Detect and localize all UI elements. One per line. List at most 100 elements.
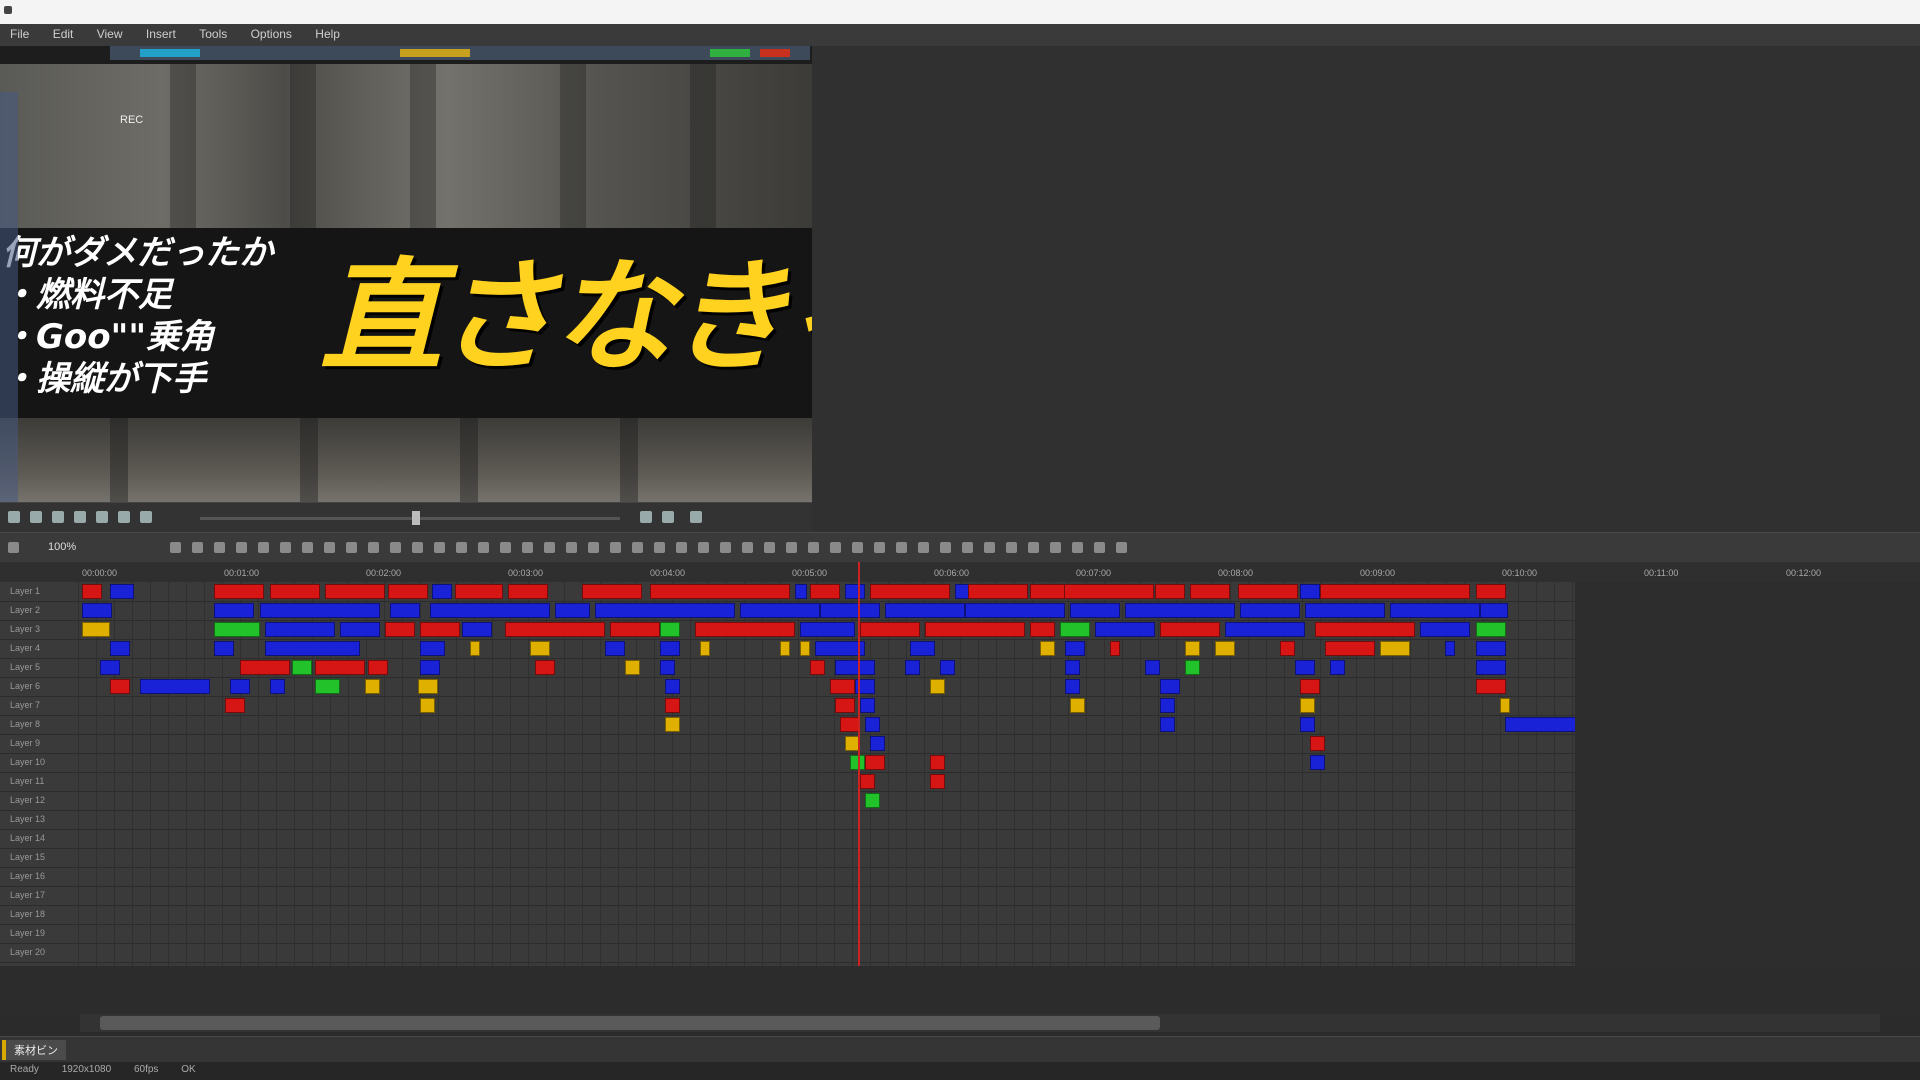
snapshot-icon[interactable] [662, 511, 674, 523]
timeline-clip[interactable] [845, 584, 865, 599]
timeline-clip[interactable] [1300, 679, 1320, 694]
timeline-clip[interactable] [910, 641, 935, 656]
menu-tools[interactable]: Tools [189, 24, 237, 44]
timeline-tool-icon[interactable] [456, 542, 467, 553]
timeline-clip[interactable] [610, 622, 660, 637]
timeline-tool-icon[interactable] [236, 542, 247, 553]
track-row[interactable]: Layer 12 [0, 791, 1575, 811]
timeline-clip[interactable] [870, 736, 885, 751]
track-row[interactable]: Layer 20 [0, 943, 1575, 963]
timeline-tool-icon[interactable] [544, 542, 555, 553]
timeline-tool-icon[interactable] [654, 542, 665, 553]
timeline-clip[interactable] [214, 641, 234, 656]
timeline-tool-icon[interactable] [808, 542, 819, 553]
timeline-clip[interactable] [1145, 660, 1160, 675]
prev-frame-icon[interactable] [52, 511, 64, 523]
timeline-clip[interactable] [695, 622, 795, 637]
timeline-tool-icon[interactable] [280, 542, 291, 553]
timeline-tool-icon[interactable] [1050, 542, 1061, 553]
track-row[interactable]: Layer 10 [0, 753, 1575, 773]
timeline-clip[interactable] [1476, 622, 1506, 637]
timeline-tool-icon[interactable] [918, 542, 929, 553]
timeline-clip[interactable] [830, 679, 855, 694]
timeline-clip[interactable] [1040, 641, 1055, 656]
timeline-clip[interactable] [660, 622, 680, 637]
timeline-tool-icon[interactable] [170, 542, 181, 553]
timeline-clip[interactable] [700, 641, 710, 656]
timeline-clip[interactable] [535, 660, 555, 675]
timeline-clip[interactable] [1160, 622, 1220, 637]
timeline-clip[interactable] [1310, 736, 1325, 751]
timeline-clip[interactable] [1125, 603, 1235, 618]
timeline-clip[interactable] [1065, 660, 1080, 675]
timeline-clip[interactable] [968, 584, 1028, 599]
playhead[interactable] [858, 562, 860, 1012]
timeline-clip[interactable] [325, 584, 385, 599]
menu-edit[interactable]: Edit [43, 24, 84, 44]
timeline-tool-icon[interactable] [610, 542, 621, 553]
timeline-clip[interactable] [390, 603, 420, 618]
timeline-clip[interactable] [315, 660, 365, 675]
timeline-clip[interactable] [835, 698, 855, 713]
timeline-clip[interactable] [270, 679, 285, 694]
timeline-clip[interactable] [1500, 698, 1510, 713]
timeline-clip[interactable] [660, 660, 675, 675]
timeline-tool-icon[interactable] [896, 542, 907, 553]
timeline-clip[interactable] [740, 603, 820, 618]
timeline-clip[interactable] [214, 622, 260, 637]
timeline-tool-icon[interactable] [720, 542, 731, 553]
timeline-tool-icon[interactable] [632, 542, 643, 553]
timeline-clip[interactable] [82, 603, 112, 618]
timeline-tool-icon[interactable] [1028, 542, 1039, 553]
timeline-scrollbar[interactable] [100, 1016, 1160, 1030]
timeline-clip[interactable] [885, 603, 965, 618]
timeline-clip[interactable] [505, 622, 605, 637]
timeline-clip[interactable] [860, 622, 920, 637]
timeline-clip[interactable] [420, 641, 445, 656]
timeline-clip[interactable] [1160, 698, 1175, 713]
timeline-clip[interactable] [265, 622, 335, 637]
timeline-clip[interactable] [1330, 660, 1345, 675]
track-row[interactable]: Layer 16 [0, 867, 1575, 887]
timeline-clip[interactable] [430, 603, 550, 618]
track-row[interactable]: Layer 17 [0, 886, 1575, 906]
timeline-clip[interactable] [1215, 641, 1235, 656]
play-icon[interactable] [8, 511, 20, 523]
timeline-clip[interactable] [100, 660, 120, 675]
timeline-clip[interactable] [625, 660, 640, 675]
timeline-clip[interactable] [860, 774, 875, 789]
timeline-clip[interactable] [240, 660, 290, 675]
timeline-tool-icon[interactable] [478, 542, 489, 553]
timeline-clip[interactable] [420, 622, 460, 637]
timeline-clip[interactable] [1030, 622, 1055, 637]
timeline-clip[interactable] [225, 698, 245, 713]
menu-options[interactable]: Options [241, 24, 302, 44]
timeline-tool-icon[interactable] [1116, 542, 1127, 553]
timeline-tool-icon[interactable] [698, 542, 709, 553]
timeline-clip[interactable] [432, 584, 452, 599]
timeline-tool-icon[interactable] [830, 542, 841, 553]
timeline-tracks[interactable]: Layer 1 Layer 2 Layer 3 Layer 4 Layer 5 Layer… [0, 582, 1585, 966]
track-row[interactable]: Layer 19 [0, 924, 1575, 944]
timeline-tool-icon[interactable] [390, 542, 401, 553]
timeline-clip[interactable] [292, 660, 312, 675]
timeline-clip[interactable] [820, 603, 880, 618]
timeline-clip[interactable] [1300, 698, 1315, 713]
mark-in-icon[interactable] [118, 511, 130, 523]
track-row[interactable]: Layer 13 [0, 810, 1575, 830]
timeline-tool-icon[interactable] [1072, 542, 1083, 553]
timeline-clip[interactable] [835, 660, 875, 675]
timeline-clip[interactable] [930, 774, 945, 789]
timeline-tool-icon[interactable] [676, 542, 687, 553]
timeline-clip[interactable] [930, 755, 945, 770]
timeline-clip[interactable] [1420, 622, 1470, 637]
timeline-clip[interactable] [420, 660, 440, 675]
timeline-clip[interactable] [1185, 641, 1200, 656]
timeline-clip[interactable] [1280, 641, 1295, 656]
timeline-clip[interactable] [455, 584, 503, 599]
timeline-clip[interactable] [1476, 641, 1506, 656]
timeline-tool-icon[interactable] [302, 542, 313, 553]
timeline-clip[interactable] [470, 641, 480, 656]
preview-seek-slider[interactable] [200, 517, 620, 520]
timeline-tool-icon[interactable] [588, 542, 599, 553]
